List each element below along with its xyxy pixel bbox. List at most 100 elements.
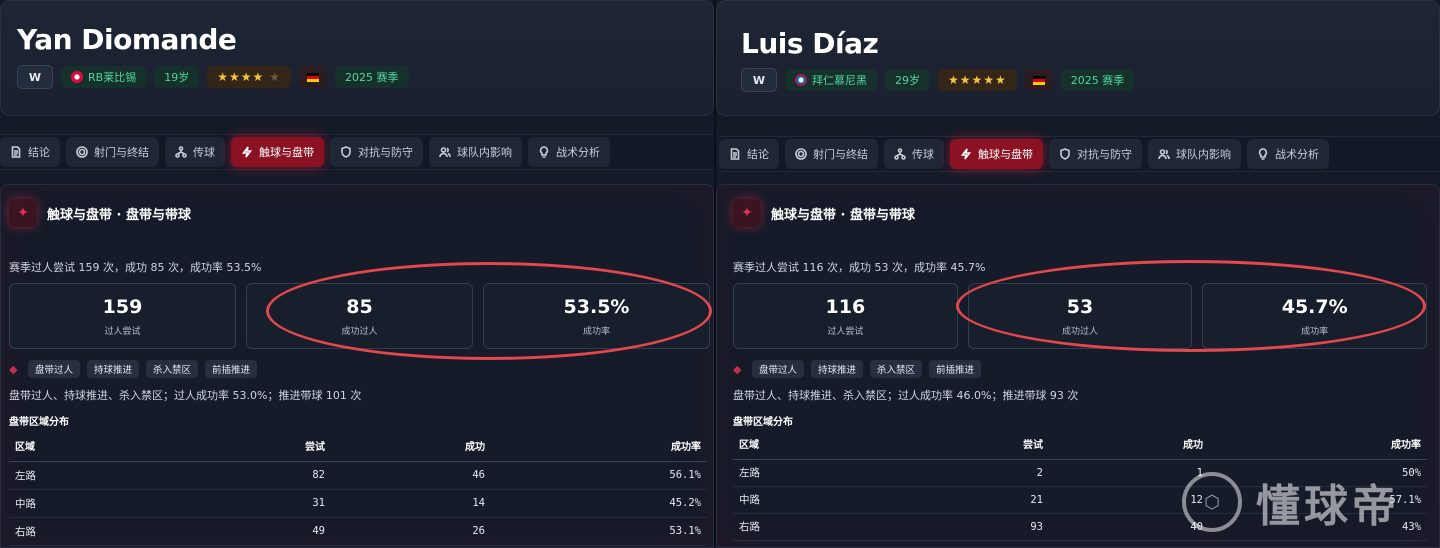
col-success: 成功 [1043,429,1203,460]
tab-shooting[interactable]: 射门与终结 [785,139,878,169]
player-panel-right: Luis Díaz W 拜仁慕尼黑 29岁 ★★★★★ 2025 赛季 结论 射… [716,0,1440,548]
table-row: 左路 82 46 56.1% [9,461,707,490]
stat-label: 成功率 [1301,326,1329,337]
germany-flag-icon [307,72,319,82]
tag-item: 盘带过人 [28,360,81,378]
club-logo-icon [795,74,807,86]
stat-card-attempts: 159 过人尝试 [9,283,236,349]
section-header: ✦ 触球与盘带 · 盘带与带球 [733,199,915,227]
rating-stars: ★★★★★ [938,69,1017,91]
network-icon [175,146,187,158]
table-header-row: 区域 尝试 成功 成功率 [9,431,707,462]
age-chip: 19岁 [154,66,200,88]
zone-title: 盘带区域分布 [733,417,793,428]
col-attempts: 尝试 [179,431,325,462]
star-icon: ★★★★★ [948,73,1007,87]
tab-bar: 结论 射门与终结 传球 触球与盘带 对抗与防守 球队内影响 战术分析 [0,134,714,170]
tab-team-impact[interactable]: 球队内影响 [1148,139,1241,169]
position-badge: W [17,65,53,89]
tab-passing[interactable]: 传球 [165,137,225,167]
player-header: Luis Díaz W 拜仁慕尼黑 29岁 ★★★★★ 2025 赛季 [716,0,1440,116]
stat-value: 159 [102,295,143,318]
network-icon [894,148,906,160]
tab-defending[interactable]: 对抗与防守 [330,137,423,167]
club-name: RB莱比锡 [88,71,137,84]
player-meta: W RB莱比锡 19岁 ★★★★ ★ 2025 赛季 [17,65,409,89]
tab-shooting[interactable]: 射门与终结 [66,137,159,167]
document-icon [11,146,21,158]
tag-item: 前插推进 [929,360,982,378]
player-name: Luis Díaz [741,27,879,60]
season-chip[interactable]: 2025 赛季 [1060,69,1135,91]
dribbling-section: ✦ 触球与盘带 · 盘带与带球 赛季过人尝试 159 次，成功 85 次，成功率… [0,184,714,548]
season-summary: 赛季过人尝试 116 次，成功 53 次，成功率 45.7% [733,261,986,274]
tag-description: 盘带过人、持球推进、杀入禁区；过人成功率 46.0%；推进带球 93 次 [733,389,1079,402]
stat-card-rate: 45.7% 成功率 [1202,283,1428,349]
section-header: ✦ 触球与盘带 · 盘带与带球 [9,199,191,227]
stat-label: 过人尝试 [827,326,864,337]
stat-value: 116 [825,295,866,318]
watermark-text: 懂球帝 [1256,481,1400,532]
tab-passing[interactable]: 传球 [884,139,944,169]
stat-label: 过人尝试 [104,326,141,337]
stat-cards: 159 过人尝试 85 成功过人 53.5% 成功率 [9,283,710,349]
table-row: 右路 49 26 53.1% [9,517,707,546]
tag-list: ◆ 盘带过人 持球推进 杀入禁区 前插推进 [9,360,258,378]
nation-chip [1024,69,1053,91]
stat-card-rate: 53.5% 成功率 [483,283,710,349]
season-summary: 赛季过人尝试 159 次，成功 85 次，成功率 53.5% [9,261,262,274]
shield-icon [1060,148,1070,160]
shield-icon [341,146,351,158]
tab-bar: 结论 射门与终结 传球 触球与盘带 对抗与防守 球队内影响 战术分析 [719,136,1440,172]
tag-item: 盘带过人 [752,360,805,378]
season-chip[interactable]: 2025 赛季 [335,66,409,88]
tab-conclusion[interactable]: 结论 [719,139,779,169]
club-chip[interactable]: 拜仁慕尼黑 [785,69,877,91]
tab-conclusion[interactable]: 结论 [0,137,60,167]
tab-dribbling[interactable]: 触球与盘带 [950,139,1043,169]
stat-value: 53 [1066,295,1094,318]
tag-item: 持球推进 [87,360,140,378]
dongqiudi-logo-icon: ⬡ [1182,472,1242,532]
nation-chip [299,66,327,88]
tab-defending[interactable]: 对抗与防守 [1049,139,1142,169]
age-chip: 29岁 [885,69,930,91]
tab-tactics[interactable]: 战术分析 [1247,139,1329,169]
position-badge: W [741,68,777,92]
stat-label: 成功率 [582,326,610,337]
target-icon [795,148,807,160]
tag-icon: ◆ [733,362,742,376]
col-zone: 区域 [9,431,179,462]
users-icon [439,147,451,158]
stat-value: 45.7% [1281,295,1348,318]
player-name: Yan Diomande [17,23,237,56]
rating-stars: ★★★★★ [207,66,291,88]
player-header: Yan Diomande W RB莱比锡 19岁 ★★★★ ★ 2025 赛季 [0,0,714,116]
dribble-icon: ✦ [733,199,761,227]
player-meta: W 拜仁慕尼黑 29岁 ★★★★★ 2025 赛季 [741,68,1135,92]
tag-list: ◆ 盘带过人 持球推进 杀入禁区 前插推进 [733,360,982,378]
bolt-icon [960,148,972,160]
document-icon [730,148,740,160]
club-logo-icon [71,71,83,83]
star-empty-icon: ★ [269,70,281,84]
col-success: 成功 [325,431,485,462]
stat-label: 成功过人 [1062,326,1099,337]
col-zone: 区域 [733,429,903,460]
tag-description: 盘带过人、持球推进、杀入禁区；过人成功率 53.0%；推进带球 101 次 [9,389,362,402]
tag-icon: ◆ [9,362,18,376]
col-rate: 成功率 [485,431,707,462]
stat-value: 53.5% [563,295,630,318]
section-title: 触球与盘带 · 盘带与带球 [771,207,915,223]
club-name: 拜仁慕尼黑 [812,74,867,87]
tag-item: 杀入禁区 [146,360,199,378]
tab-team-impact[interactable]: 球队内影响 [429,137,522,167]
tab-tactics[interactable]: 战术分析 [528,137,610,167]
tab-dribbling[interactable]: 触球与盘带 [231,137,324,167]
col-rate: 成功率 [1203,429,1427,460]
tag-item: 前插推进 [205,360,258,378]
club-chip[interactable]: RB莱比锡 [61,66,147,88]
users-icon [1158,149,1170,160]
stat-card-success: 85 成功过人 [246,283,473,349]
player-panel-left: Yan Diomande W RB莱比锡 19岁 ★★★★ ★ 2025 赛季 结… [0,0,714,548]
